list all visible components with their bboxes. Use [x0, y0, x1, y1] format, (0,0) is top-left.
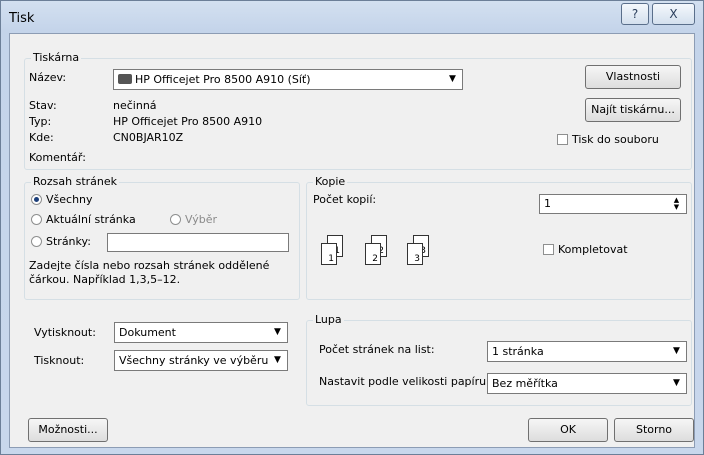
- pages-input[interactable]: [107, 233, 289, 252]
- range-hint: Zadejte čísla nebo rozsah stránek odděle…: [29, 259, 270, 286]
- help-icon: ?: [631, 7, 639, 21]
- help-button[interactable]: ?: [621, 3, 649, 25]
- chevron-down-icon: ▼: [673, 346, 680, 356]
- copies-count-label: Počet kopií:: [313, 193, 377, 206]
- print-value: Všechny stránky ve výběru: [119, 354, 269, 367]
- zoom-group-label: Lupa: [313, 313, 344, 326]
- type-label: Typ:: [29, 115, 52, 128]
- printer-icon: [118, 74, 132, 84]
- collate-page-icon: 2: [365, 243, 381, 265]
- find-printer-button[interactable]: Najít tiskárnu...: [585, 98, 681, 122]
- close-button[interactable]: X: [652, 3, 695, 25]
- radio-empty: [170, 214, 181, 225]
- printer-name-label: Název:: [29, 71, 67, 84]
- print-to-file-checkbox[interactable]: Tisk do souboru: [557, 133, 659, 146]
- dialog-body: Tiskárna Název: HP Officejet Pro 8500 A9…: [9, 33, 695, 448]
- range-pages-radio[interactable]: Stránky:: [31, 235, 91, 248]
- title-bar: Tisk ? X: [1, 1, 703, 31]
- pages-per-sheet-value: 1 stránka: [492, 345, 544, 358]
- close-icon: X: [669, 7, 678, 21]
- range-all-label: Všechny: [46, 193, 93, 206]
- range-pages-label: Stránky:: [46, 235, 91, 248]
- print-what-label: Vytisknout:: [34, 326, 96, 339]
- print-dialog: Tisk ? X Tiskárna Název: HP Officejet Pr…: [0, 0, 704, 455]
- comment-label: Komentář:: [29, 151, 86, 164]
- range-current-label: Aktuální stránka: [46, 213, 136, 226]
- radio-empty: [31, 236, 42, 247]
- print-what-value: Dokument: [119, 326, 176, 339]
- properties-button[interactable]: Vlastnosti: [585, 65, 681, 89]
- range-selection-radio: Výběr: [170, 213, 217, 226]
- ok-button[interactable]: OK: [528, 418, 608, 442]
- range-selection-label: Výběr: [185, 213, 218, 226]
- printer-group-label: Tiskárna: [31, 51, 82, 64]
- range-current-radio[interactable]: Aktuální stránka: [31, 213, 136, 226]
- collate-label: Kompletovat: [558, 243, 628, 256]
- chevron-down-icon: ▼: [274, 355, 281, 365]
- status-value: nečinná: [113, 99, 157, 112]
- where-value: CN0BJAR10Z: [113, 131, 184, 144]
- printer-name-select[interactable]: HP Officejet Pro 8500 A910 (Síť) ▼: [113, 69, 463, 90]
- chevron-down-icon: ▼: [673, 378, 680, 388]
- collate-page-icon: 1: [321, 243, 337, 265]
- print-to-file-label: Tisk do souboru: [572, 133, 659, 146]
- copies-group: Kopie Počet kopií: 1 ▲ ▼ 1 1 2 2 3 3 Komp…: [306, 175, 692, 300]
- page-range-group: Rozsah stránek Všechny Aktuální stránka …: [24, 175, 300, 300]
- radio-selected: [31, 194, 42, 205]
- scale-label: Nastavit podle velikosti papíru:: [319, 375, 490, 388]
- options-button[interactable]: Možnosti...: [28, 418, 108, 442]
- checkbox-box: [543, 244, 554, 255]
- where-label: Kde:: [29, 131, 54, 144]
- page-range-group-label: Rozsah stránek: [31, 175, 120, 188]
- status-label: Stav:: [29, 99, 57, 112]
- scale-value: Bez měřítka: [492, 377, 558, 390]
- copies-group-label: Kopie: [313, 175, 348, 188]
- pages-per-sheet-select[interactable]: 1 stránka ▼: [487, 341, 687, 362]
- copies-spinner[interactable]: 1 ▲ ▼: [539, 194, 687, 214]
- radio-empty: [31, 214, 42, 225]
- print-what-select[interactable]: Dokument ▼: [114, 322, 288, 343]
- type-value: HP Officejet Pro 8500 A910: [113, 115, 263, 128]
- window-title: Tisk: [9, 11, 35, 26]
- checkbox-box: [557, 134, 568, 145]
- chevron-down-icon: ▼: [274, 327, 281, 337]
- printer-name-value: HP Officejet Pro 8500 A910 (Síť): [135, 73, 311, 86]
- chevron-down-icon: ▼: [449, 74, 456, 84]
- collate-checkbox[interactable]: Kompletovat: [543, 243, 628, 256]
- printer-group: Tiskárna Název: HP Officejet Pro 8500 A9…: [24, 51, 692, 170]
- scale-select[interactable]: Bez měřítka ▼: [487, 373, 687, 394]
- copies-value: 1: [544, 197, 551, 210]
- collate-page-icon: 3: [407, 243, 423, 265]
- print-label: Tisknout:: [34, 354, 85, 367]
- cancel-button[interactable]: Storno: [614, 418, 694, 442]
- spin-arrows-icon[interactable]: ▲ ▼: [669, 197, 684, 212]
- zoom-group: Lupa Počet stránek na list: 1 stránka ▼ …: [306, 313, 692, 406]
- range-all-radio[interactable]: Všechny: [31, 193, 93, 206]
- print-select[interactable]: Všechny stránky ve výběru ▼: [114, 350, 288, 371]
- pages-per-sheet-label: Počet stránek na list:: [319, 343, 435, 356]
